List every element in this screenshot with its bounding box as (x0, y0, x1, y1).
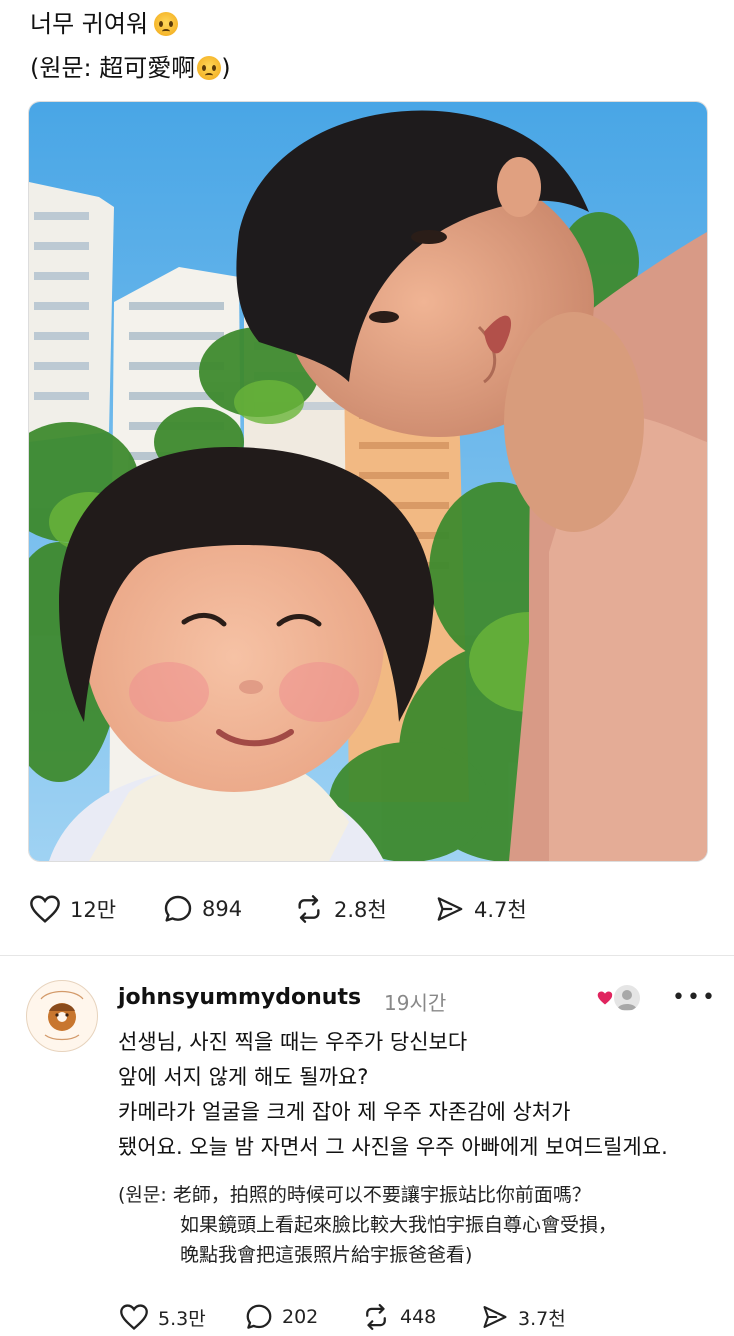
commenter-username[interactable]: johnsyummydonuts (118, 985, 361, 1010)
comment-share-count: 3.7천 (518, 1307, 566, 1330)
comment-text-line: 됐어요. 오늘 밤 자면서 그 사진을 우주 아빠에게 보여드릴게요. (118, 1135, 668, 1159)
repost-icon (298, 895, 320, 923)
comment-bubble-icon (164, 895, 192, 922)
comment-repost-count: 448 (400, 1306, 437, 1328)
more-options-button[interactable]: ••• (672, 985, 717, 1010)
original-caption-prefix: (원문: 超可愛啊 (30, 54, 196, 82)
comment-original-line: 晚點我會把這張照片給宇振爸爸看) (180, 1244, 473, 1266)
comment-original-line: (원문: 老師，拍照的時候可以不要讓宇振站比你前面嗎？ (118, 1184, 591, 1206)
divider (0, 955, 734, 956)
comment-reply-button[interactable]: 202 (244, 1302, 318, 1332)
comment-button[interactable]: 894 (162, 893, 242, 925)
send-icon (483, 1306, 507, 1328)
post-caption: 너무 귀여워 (30, 9, 179, 39)
selfie-photo-illustration (29, 102, 707, 861)
crying-face-icon (197, 56, 222, 80)
comment-text-line: 카메라가 얼굴을 크게 잡아 제 우주 자존감에 상처가 (118, 1100, 571, 1124)
comment-timestamp: 19시간 (384, 991, 447, 1015)
comment-like-count: 5.3만 (158, 1307, 206, 1330)
comment-action-bar: 5.3만 202 448 3.7천 (0, 1300, 734, 1334)
repost-count: 2.8천 (334, 898, 387, 922)
share-button[interactable]: 4.7천 (434, 894, 527, 924)
comment-original-line: 如果鏡頭上看起來臉比較大我怕宇振自尊心會受損， (180, 1214, 618, 1236)
send-icon (437, 897, 463, 921)
comment-repost-button[interactable]: 448 (360, 1302, 436, 1332)
share-count: 4.7천 (474, 898, 527, 922)
building-left (29, 182, 114, 442)
post-action-bar: 12만 894 2.8천 4.7천 (0, 892, 734, 926)
post-photo[interactable] (28, 101, 708, 862)
post-original-caption: (원문: 超可愛啊) (30, 53, 231, 83)
comment-text-line: 선생님, 사진 찍을 때는 우주가 당신보다 (118, 1030, 468, 1054)
comment-reply-count: 202 (282, 1306, 319, 1328)
donut-logo-icon (29, 983, 95, 1049)
comment-text-line: 앞에 서지 않게 해도 될까요? (118, 1065, 369, 1089)
commenter-avatar[interactable] (26, 980, 98, 1052)
heart-icon (30, 895, 60, 923)
comment-like-button[interactable]: 5.3만 (118, 1303, 206, 1331)
repost-button[interactable]: 2.8천 (292, 893, 387, 925)
comment-bubble-icon (246, 1304, 272, 1329)
comment-share-button[interactable]: 3.7천 (480, 1303, 566, 1331)
like-count: 12만 (70, 898, 117, 922)
comment-count: 894 (202, 897, 243, 921)
crying-face-icon (154, 12, 179, 36)
heart-icon (120, 1304, 148, 1330)
liker-avatar-icon (612, 983, 642, 1013)
original-caption-suffix: ) (221, 54, 231, 82)
repost-icon (366, 1304, 386, 1330)
like-button[interactable]: 12만 (28, 894, 116, 924)
post-caption-text: 너무 귀여워 (30, 10, 149, 38)
